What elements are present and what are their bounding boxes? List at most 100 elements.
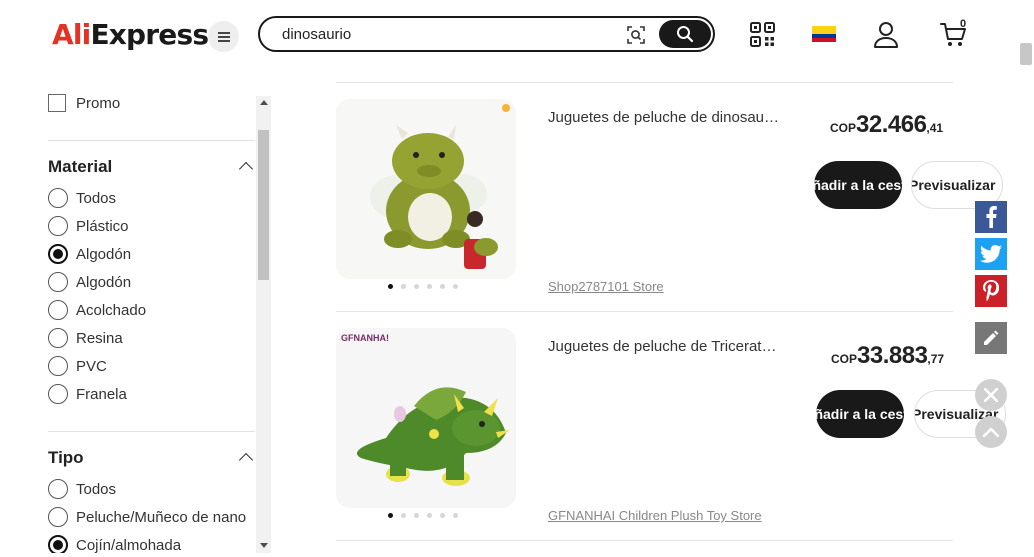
- preview-label: Previsualizar: [911, 177, 996, 193]
- material-option[interactable]: Franela: [48, 383, 127, 405]
- user-icon[interactable]: [873, 21, 899, 48]
- option-label: Resina: [76, 329, 123, 347]
- radio-button-selected[interactable]: [48, 244, 68, 264]
- scrollbar-thumb[interactable]: [258, 130, 269, 280]
- radio-button[interactable]: [48, 479, 68, 499]
- logo-express: Express: [90, 18, 209, 51]
- search-input[interactable]: [282, 24, 602, 44]
- brand-label: GFNANHA!: [341, 333, 389, 343]
- carousel-dot[interactable]: [427, 284, 432, 289]
- material-option[interactable]: Resina: [48, 327, 123, 349]
- store-link[interactable]: GFNANHAI Children Plush Toy Store: [548, 508, 762, 523]
- chevron-up-icon[interactable]: [238, 452, 254, 468]
- option-label: Todos: [76, 480, 117, 498]
- price-decimal: ,77: [927, 352, 945, 366]
- carousel-dot[interactable]: [427, 513, 432, 518]
- carousel-dot[interactable]: [453, 284, 458, 289]
- product-title[interactable]: Juguetes de peluche de dinosaurio de dib…: [548, 109, 780, 126]
- divider: [336, 540, 953, 541]
- radio-button[interactable]: [48, 188, 68, 208]
- image-search-icon[interactable]: [626, 25, 646, 45]
- product-price: COP32.466,41: [830, 111, 943, 139]
- tipo-option[interactable]: Cojín/almohada: [48, 534, 181, 553]
- carousel-dot[interactable]: [388, 513, 393, 518]
- product-card[interactable]: Juguetes de peluche de dinosaurio de dib…: [336, 99, 1003, 328]
- tipo-option[interactable]: Todos: [48, 478, 116, 500]
- header: AliExpress dinosaurio 0: [0, 0, 1034, 70]
- product-card[interactable]: GFNANHA! Juguetes de peluche de Tricerat…: [336, 328, 1006, 557]
- carousel-dot[interactable]: [440, 513, 445, 518]
- material-option[interactable]: Algodón: [48, 271, 131, 293]
- scroll-up-arrow-icon[interactable]: [260, 100, 268, 105]
- close-icon: [984, 388, 998, 402]
- divider: [48, 431, 255, 432]
- page-scrollbar-thumb[interactable]: [1020, 43, 1032, 65]
- back-to-top-button[interactable]: [975, 416, 1007, 448]
- price-integer: 33.883: [857, 342, 928, 369]
- carousel-dot[interactable]: [401, 513, 406, 518]
- option-label: Franela: [76, 385, 127, 403]
- page-scrollbar[interactable]: [1018, 43, 1034, 553]
- feedback-button[interactable]: [975, 322, 1007, 354]
- material-option[interactable]: Algodón: [48, 243, 131, 265]
- tipo-option[interactable]: Peluche/Muñeco de nano: [48, 506, 246, 528]
- promo-label: Promo: [76, 94, 121, 112]
- add-to-cart-button[interactable]: Añadir a la cesta: [816, 390, 904, 438]
- radio-button[interactable]: [48, 300, 68, 320]
- filter-scrollbar[interactable]: [256, 96, 271, 553]
- pinterest-share-button[interactable]: [975, 275, 1007, 307]
- product-price: COP33.883,77: [831, 342, 944, 370]
- facebook-share-button[interactable]: [975, 201, 1007, 233]
- option-label: Cojín/almohada: [76, 536, 182, 554]
- search-bar: [258, 16, 715, 52]
- search-button[interactable]: [659, 20, 711, 48]
- option-label: Todos: [76, 189, 117, 207]
- material-option[interactable]: Plástico: [48, 215, 129, 237]
- radio-button[interactable]: [48, 328, 68, 348]
- add-to-cart-button[interactable]: Añadir a la cesta: [814, 161, 902, 209]
- radio-button[interactable]: [48, 507, 68, 527]
- carousel-dot[interactable]: [388, 284, 393, 289]
- aliexpress-logo[interactable]: AliExpress: [52, 18, 209, 52]
- twitter-share-button[interactable]: [975, 238, 1007, 270]
- radio-button[interactable]: [48, 384, 68, 404]
- divider: [48, 140, 255, 141]
- colombia-flag-icon[interactable]: [812, 26, 836, 42]
- price-currency: COP: [830, 121, 857, 135]
- carousel-dot[interactable]: [440, 284, 445, 289]
- material-option[interactable]: Todos: [48, 187, 116, 209]
- twitter-icon: [980, 245, 1002, 263]
- carousel-dot[interactable]: [453, 513, 458, 518]
- image-carousel-dots[interactable]: [388, 284, 458, 289]
- logo-ali: Ali: [52, 18, 91, 51]
- radio-button[interactable]: [48, 216, 68, 236]
- divider: [336, 82, 953, 83]
- price-decimal: ,41: [926, 121, 944, 135]
- radio-button-selected[interactable]: [48, 535, 68, 553]
- qr-code-icon[interactable]: [750, 22, 775, 47]
- close-floating-button[interactable]: [975, 379, 1007, 411]
- product-image[interactable]: GFNANHA!: [336, 328, 516, 508]
- filter-promo[interactable]: Promo: [48, 92, 120, 114]
- facebook-icon: [986, 206, 997, 228]
- image-carousel-dots[interactable]: [388, 513, 458, 518]
- chevron-up-icon: [983, 427, 999, 437]
- carousel-dot[interactable]: [414, 513, 419, 518]
- chevron-up-icon[interactable]: [238, 161, 254, 177]
- price-currency: COP: [831, 352, 858, 366]
- product-image[interactable]: [336, 99, 516, 279]
- store-link[interactable]: Shop2787101 Store: [548, 279, 664, 294]
- scroll-down-arrow-icon[interactable]: [260, 543, 268, 548]
- material-option[interactable]: Acolchado: [48, 299, 146, 321]
- radio-button[interactable]: [48, 356, 68, 376]
- radio-button[interactable]: [48, 272, 68, 292]
- carousel-dot[interactable]: [401, 284, 406, 289]
- material-option[interactable]: PVC: [48, 355, 107, 377]
- menu-button[interactable]: [208, 21, 239, 52]
- option-label: Algodón: [76, 245, 132, 263]
- product-title[interactable]: Juguetes de peluche de Triceratops de di…: [548, 338, 780, 355]
- material-section-title: Material: [48, 157, 113, 176]
- menu-icon: [217, 31, 230, 42]
- carousel-dot[interactable]: [414, 284, 419, 289]
- promo-checkbox[interactable]: [48, 94, 66, 112]
